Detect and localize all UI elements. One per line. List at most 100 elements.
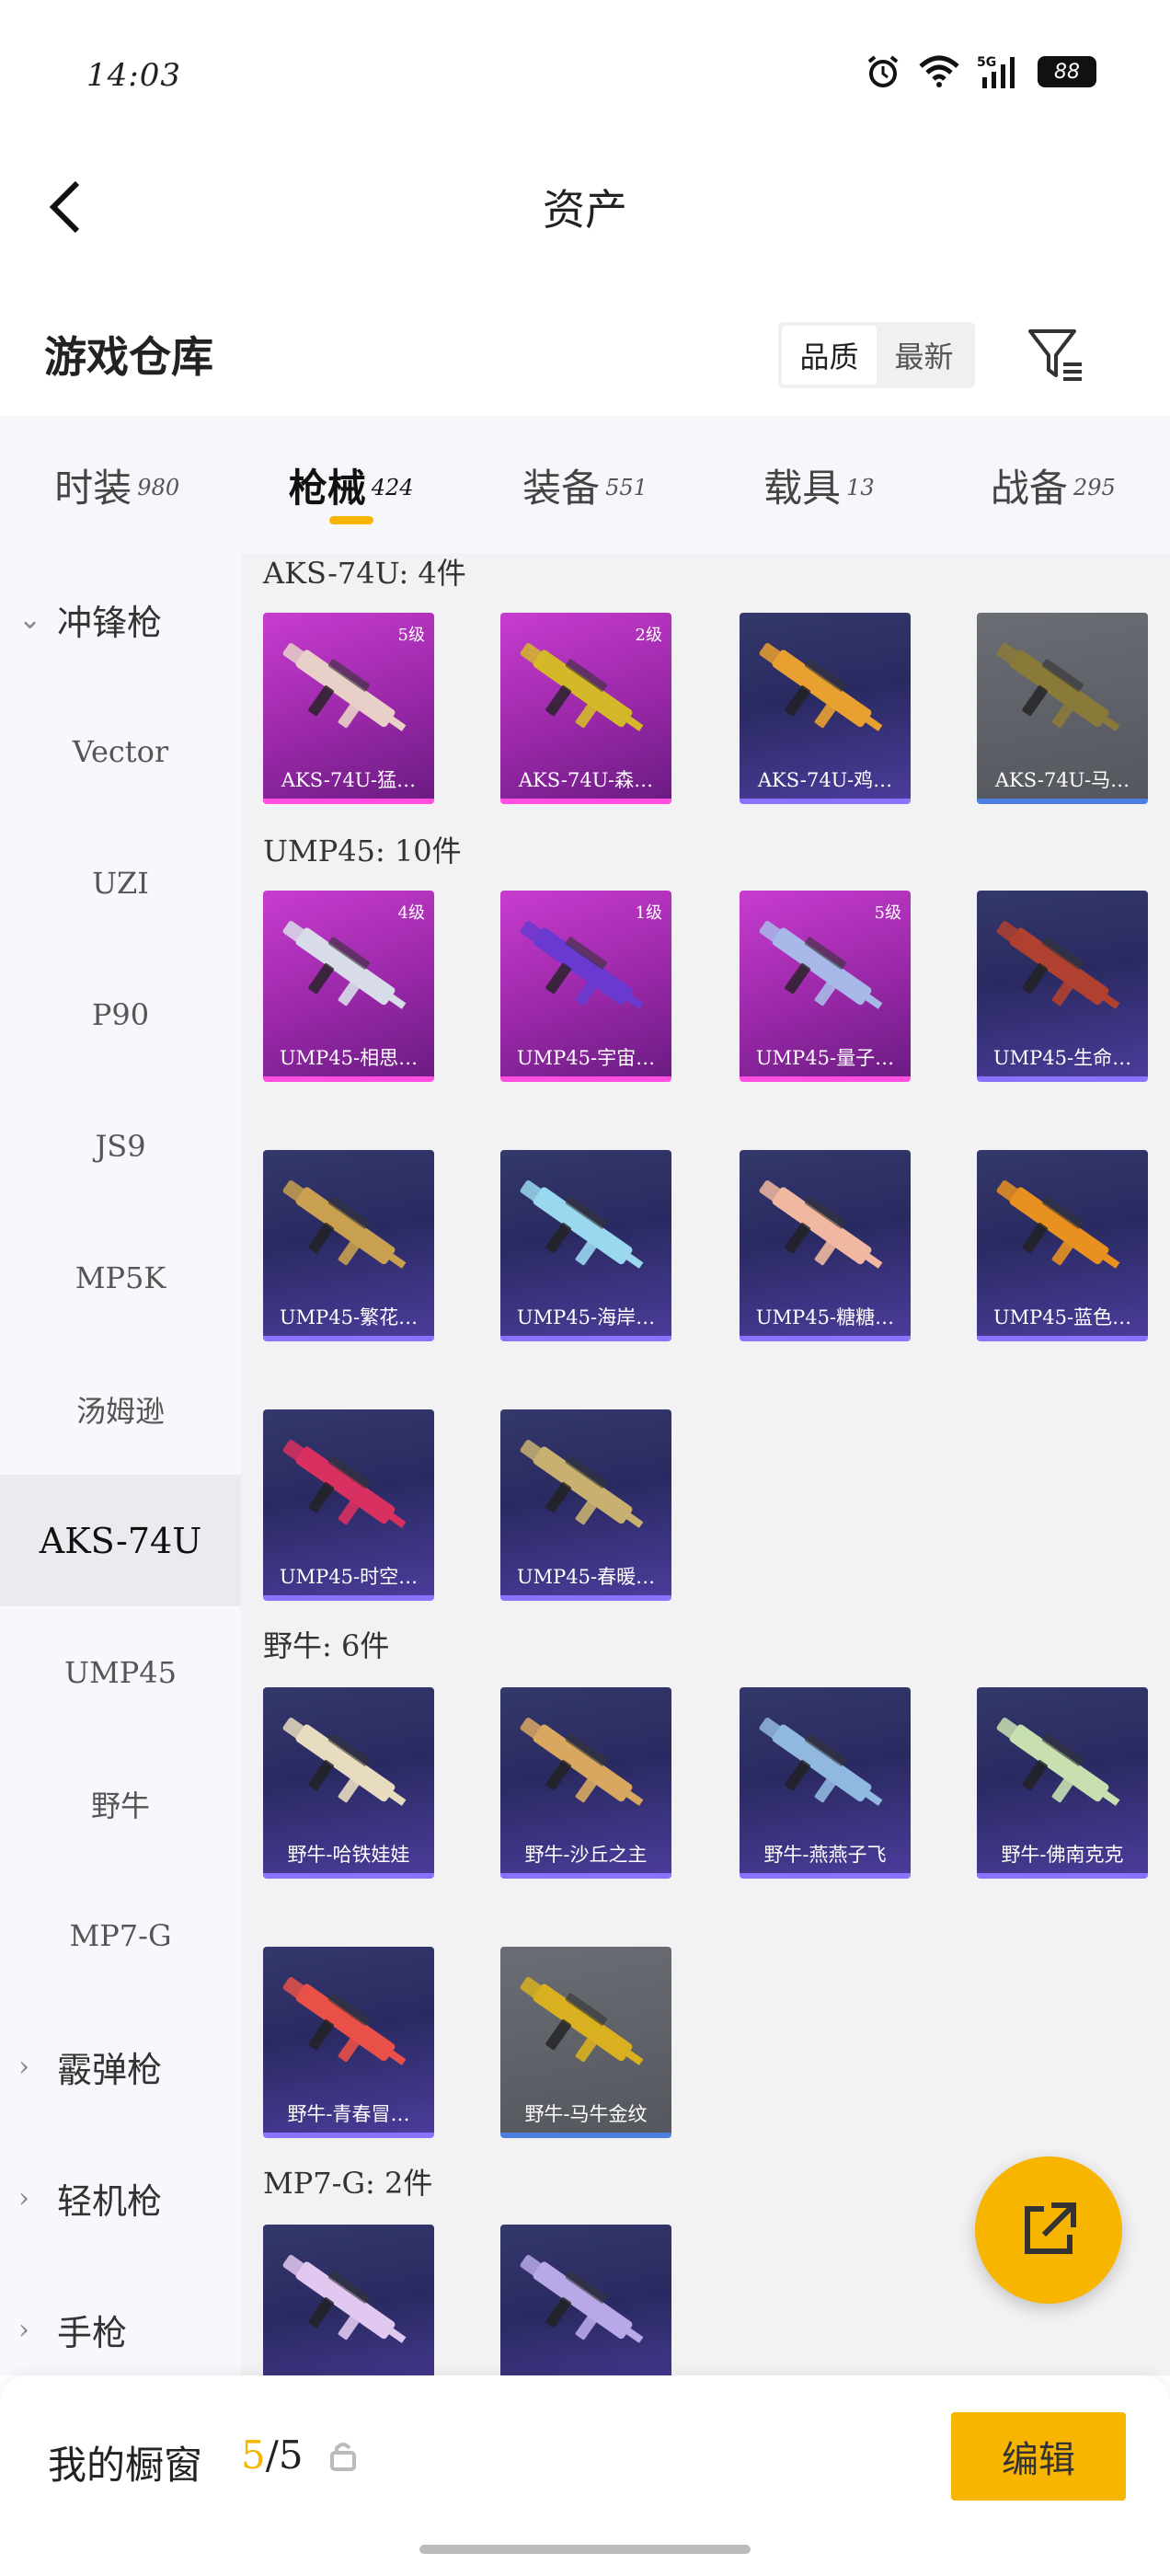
- weapon-image: [282, 1180, 407, 1269]
- weapon-card[interactable]: 野牛-燕燕子飞: [740, 1687, 911, 1879]
- tab-weapons[interactable]: 枪械 424: [234, 416, 467, 554]
- weapon-name: UMP45-糖糖…: [755, 1306, 895, 1328]
- weapon-name: UMP45-生命…: [992, 1047, 1132, 1069]
- sidebar-group-shotgun[interactable]: › 霰弹枪: [0, 2001, 241, 2133]
- weapon-image: [282, 643, 407, 731]
- weapon-card[interactable]: 野牛-青春冒…: [263, 1947, 434, 2138]
- weapon-image: [759, 643, 883, 731]
- sidebar-item-p90[interactable]: P90: [0, 949, 241, 1080]
- weapon-level: 4级: [397, 903, 425, 923]
- weapon-image: [520, 2255, 644, 2343]
- sidebar-item-mp7g[interactable]: MP7-G: [0, 1869, 241, 2001]
- weapon-image: [996, 1180, 1120, 1269]
- tab-label: 装备: [522, 465, 601, 511]
- tab-count: 13: [846, 475, 875, 500]
- weapon-name: UMP45-蓝色…: [992, 1306, 1132, 1328]
- sidebar-item-js9[interactable]: JS9: [0, 1080, 241, 1212]
- chevron-right-icon: ›: [18, 2182, 29, 2214]
- sort-option-latest[interactable]: 最新: [877, 326, 971, 385]
- weapon-card[interactable]: UMP45-海岸…: [500, 1150, 671, 1341]
- weapon-name: UMP45-相思…: [279, 1047, 419, 1069]
- weapon-image: [282, 1718, 407, 1806]
- sort-option-quality[interactable]: 品质: [782, 326, 877, 385]
- weapon-card[interactable]: UMP45-春暖…: [500, 1409, 671, 1601]
- weapon-card[interactable]: 野牛-哈铁娃娃: [263, 1687, 434, 1879]
- weapon-name: AKS-74U-森…: [518, 769, 654, 791]
- weapon-name: 野牛-燕燕子飞: [763, 1844, 887, 1866]
- weapon-card[interactable]: 野牛-马牛金纹: [500, 1947, 671, 2138]
- external-link-icon: [1025, 2202, 1076, 2254]
- tab-vehicles[interactable]: 载具 13: [702, 416, 935, 554]
- weapon-name: UMP45-春暖…: [516, 1566, 656, 1588]
- weapon-name: AKS-74U-鸡…: [757, 769, 893, 791]
- sidebar-item-thompson[interactable]: 汤姆逊: [0, 1343, 241, 1475]
- page-title: 资产: [543, 185, 627, 235]
- weapon-image: [282, 921, 407, 1009]
- showcase-count-current: 5: [241, 2432, 266, 2478]
- weapon-level: 5级: [874, 903, 901, 923]
- sidebar-item-mp5k[interactable]: MP5K: [0, 1212, 241, 1343]
- showcase-count: 5/5: [241, 2432, 304, 2478]
- weapon-image: [996, 1718, 1120, 1806]
- tab-equipment[interactable]: 装备 551: [468, 416, 702, 554]
- weapon-card[interactable]: 1级 UMP45-宇宙…: [500, 891, 671, 1082]
- sidebar-item-ump45[interactable]: UMP45: [0, 1606, 241, 1738]
- sidebar-item-uzi[interactable]: UZI: [0, 817, 241, 949]
- home-indicator[interactable]: [419, 2545, 751, 2554]
- weapon-card[interactable]: 5级 UMP45-量子…: [740, 891, 911, 1082]
- weapon-image: [282, 1440, 407, 1528]
- weapon-card[interactable]: UMP45-蓝色…: [977, 1150, 1148, 1341]
- status-time: 14:03: [86, 57, 181, 94]
- status-icons: 5G 88: [865, 53, 1096, 90]
- weapon-card[interactable]: UMP45-繁花…: [263, 1150, 434, 1341]
- weapon-card[interactable]: 2级 AKS-74U-森…: [500, 613, 671, 804]
- weapon-card[interactable]: UMP45-糖糖…: [740, 1150, 911, 1341]
- tab-count: 980: [137, 475, 180, 500]
- weapon-card[interactable]: UMP45-时空…: [263, 1409, 434, 1601]
- sidebar-group-smg[interactable]: ⌄ 冲锋枪: [0, 554, 241, 685]
- tab-count: 551: [605, 475, 648, 500]
- weapon-name: 野牛-沙丘之主: [524, 1844, 648, 1866]
- sidebar-item-vector[interactable]: Vector: [0, 685, 241, 817]
- weapon-card[interactable]: AKS-74U-马…: [977, 613, 1148, 804]
- tab-count: 424: [371, 475, 414, 500]
- tab-outfits[interactable]: 时装 980: [0, 416, 234, 554]
- tab-label: 枪械: [288, 465, 366, 511]
- weapon-card[interactable]: 5级 AKS-74U-猛…: [263, 613, 434, 804]
- section-title-mp7g: MP7-G: 2件: [263, 2166, 433, 2201]
- weapon-level: 5级: [397, 626, 425, 645]
- chevron-right-icon: ›: [18, 2314, 29, 2346]
- weapon-name: UMP45-海岸…: [516, 1306, 656, 1328]
- signal-icon: 5G: [977, 53, 1021, 90]
- weapon-name: 野牛-哈铁娃娃: [287, 1844, 410, 1866]
- weapon-card[interactable]: UMP45-生命…: [977, 891, 1148, 1082]
- weapon-card[interactable]: 4级 UMP45-相思…: [263, 891, 434, 1082]
- tab-label: 战备: [990, 465, 1068, 511]
- tab-count: 295: [1072, 475, 1116, 500]
- sidebar-item-aks74u[interactable]: AKS-74U: [0, 1475, 241, 1606]
- weapon-name: UMP45-宇宙…: [516, 1047, 656, 1069]
- weapon-card[interactable]: AKS-74U-鸡…: [740, 613, 911, 804]
- filter-button[interactable]: [1023, 322, 1087, 386]
- tab-supplies[interactable]: 战备 295: [936, 416, 1170, 554]
- sidebar-item-bizon[interactable]: 野牛: [0, 1738, 241, 1869]
- weapon-card[interactable]: [263, 2225, 434, 2375]
- weapon-image: [996, 643, 1120, 731]
- weapon-card[interactable]: 野牛-佛南克克: [977, 1687, 1148, 1879]
- weapon-card[interactable]: [500, 2225, 671, 2375]
- share-floating-button[interactable]: [975, 2156, 1122, 2304]
- weapon-image: [282, 1977, 407, 2065]
- section-title-aks74u: AKS-74U: 4件: [263, 556, 466, 591]
- sidebar-group-label: 冲锋枪: [57, 603, 163, 643]
- sidebar-group-lmg[interactable]: › 轻机枪: [0, 2133, 241, 2264]
- weapon-card[interactable]: 野牛-沙丘之主: [500, 1687, 671, 1879]
- weapon-image: [520, 1977, 644, 2065]
- top-header: 资产: [0, 147, 1170, 267]
- tab-active-indicator: [328, 516, 373, 524]
- weapon-image: [282, 2255, 407, 2343]
- tab-label: 载具: [763, 465, 842, 511]
- weapon-image: [520, 1718, 644, 1806]
- edit-button[interactable]: 编辑: [951, 2412, 1126, 2501]
- weapon-image: [520, 643, 644, 731]
- weapon-image: [520, 921, 644, 1009]
